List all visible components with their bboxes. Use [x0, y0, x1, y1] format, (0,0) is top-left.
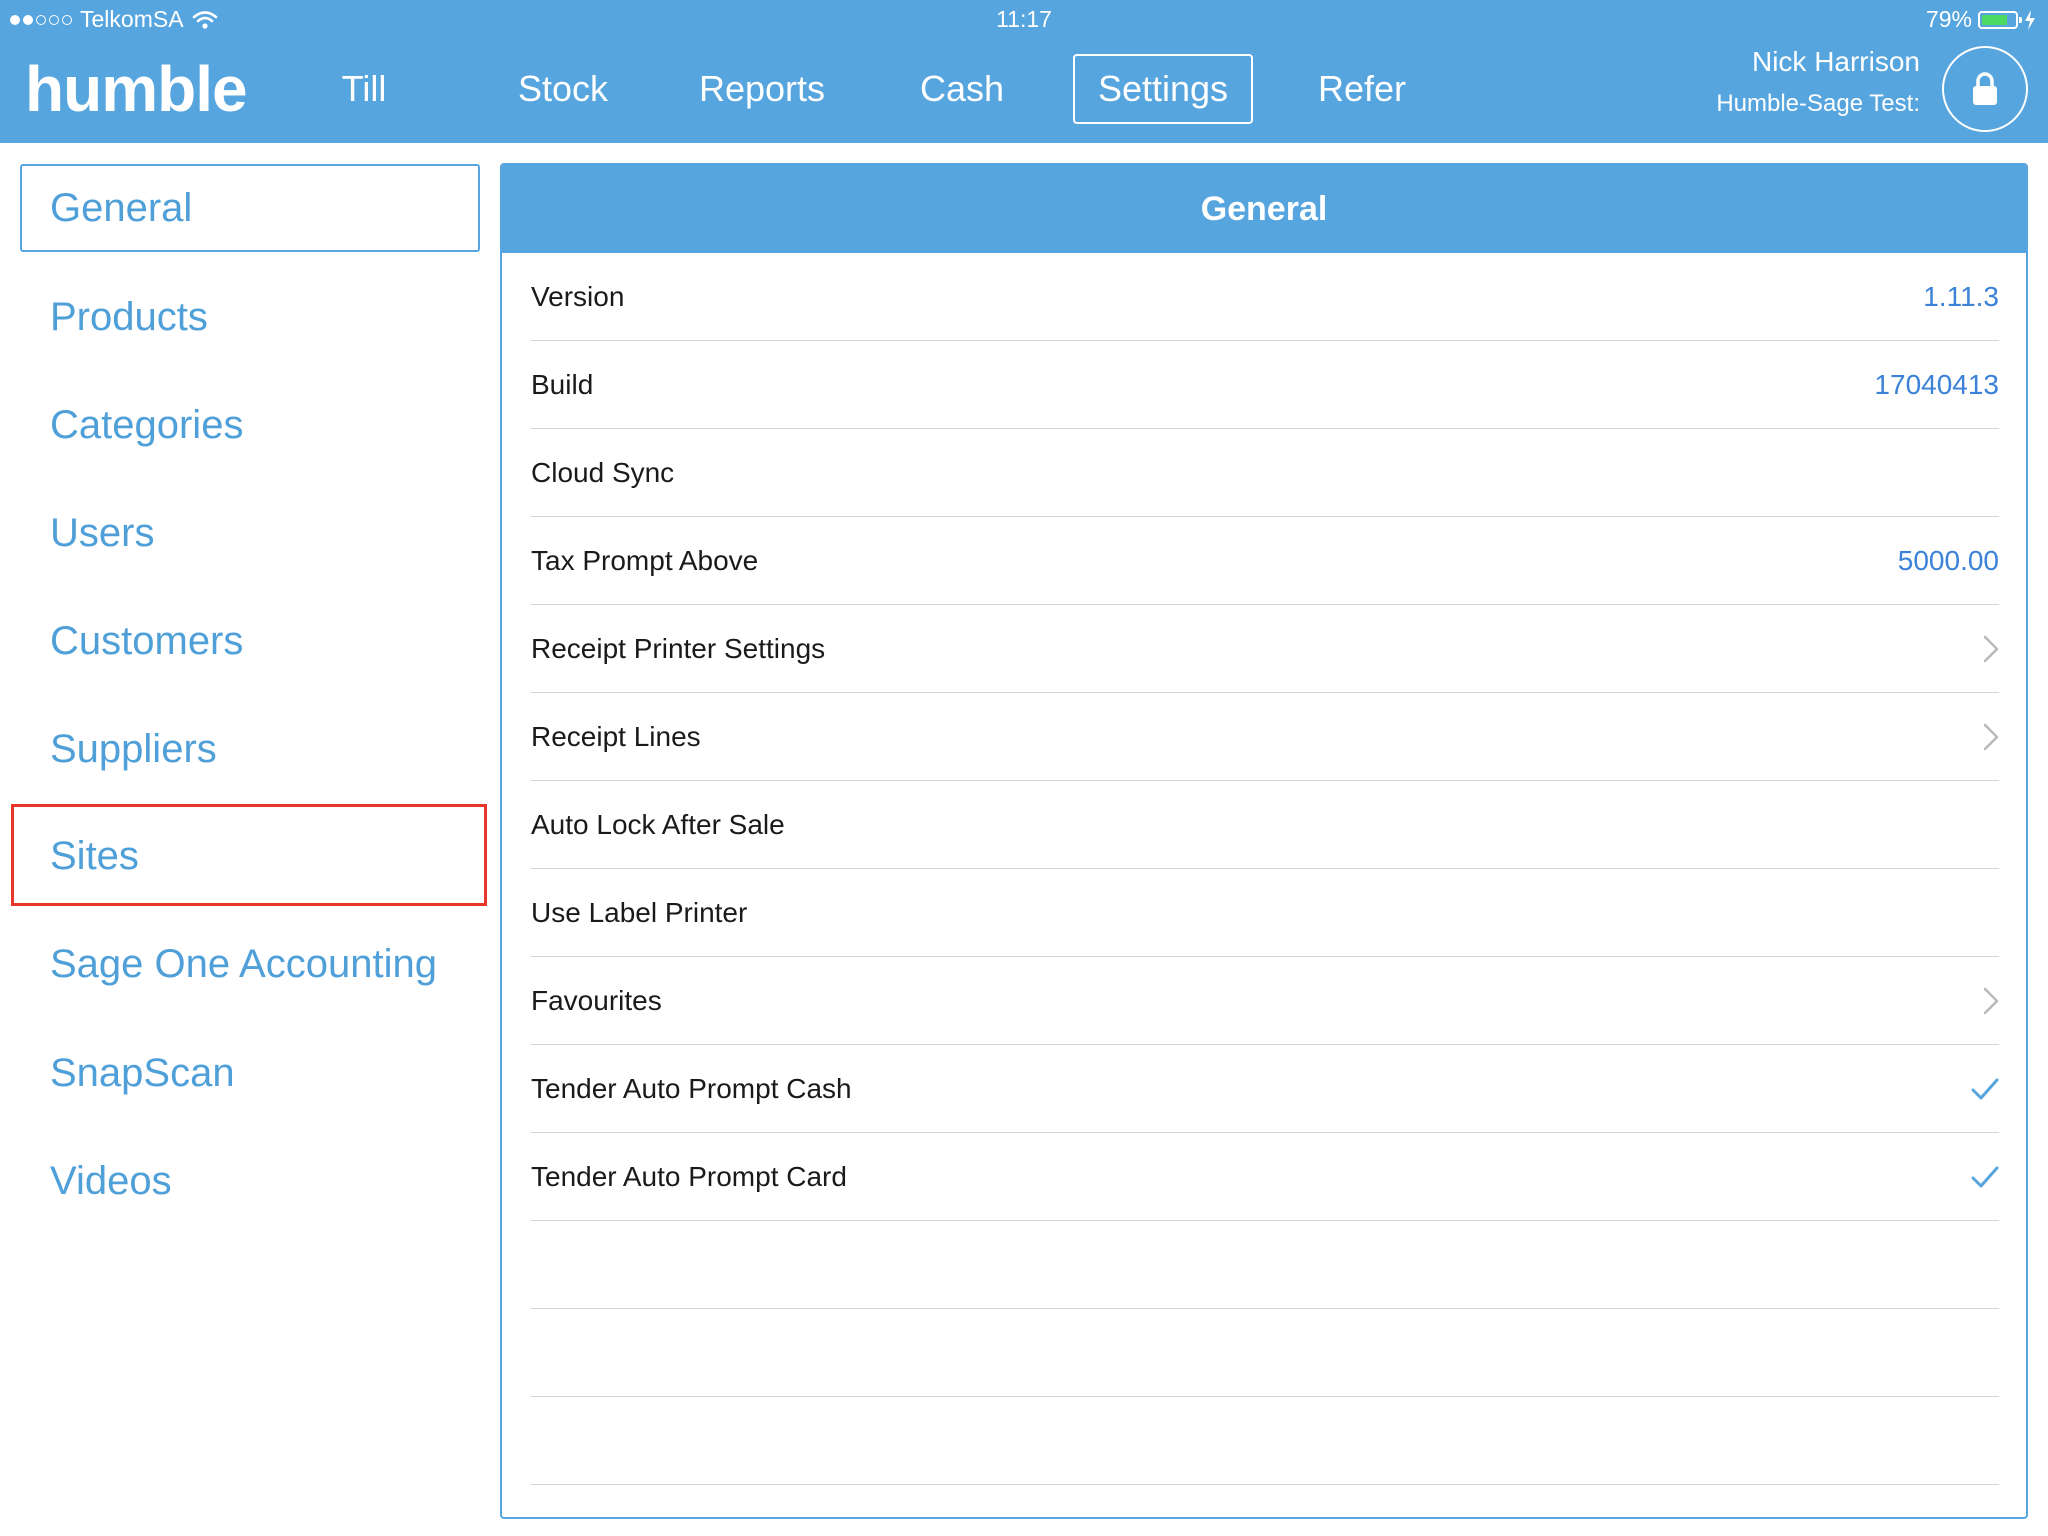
- nav-cash-up[interactable]: Cash Up: [892, 54, 1032, 179]
- setting-label: Version: [531, 281, 625, 312]
- nav-settings[interactable]: Settings: [1073, 54, 1253, 124]
- setting-row-receipt-lines[interactable]: Receipt Lines: [531, 693, 1999, 781]
- checkmark-icon: [1971, 1133, 1999, 1221]
- setting-label: Tender Auto Prompt Card: [531, 1161, 847, 1192]
- charging-bolt-icon: [2025, 9, 2035, 30]
- setting-row-tender-auto-prompt-card[interactable]: Tender Auto Prompt Card: [531, 1133, 1999, 1221]
- battery-icon: [1978, 10, 2022, 29]
- sidebar-item-customers[interactable]: Customers: [20, 597, 480, 685]
- setting-value[interactable]: 5000.00: [1898, 517, 1999, 605]
- panel-title: General: [502, 165, 2026, 253]
- setting-label: Build: [531, 369, 594, 400]
- nav-refer[interactable]: Refer: [1306, 54, 1418, 124]
- setting-row-version: Version 1.11.3: [531, 253, 1999, 341]
- setting-label: Receipt Lines: [531, 721, 701, 752]
- nav-reports[interactable]: Reports: [694, 54, 830, 124]
- sidebar-item-sage-one-accounting[interactable]: Sage One Accounting: [20, 920, 480, 1008]
- setting-row-tender-auto-prompt-cash[interactable]: Tender Auto Prompt Cash: [531, 1045, 1999, 1133]
- chevron-right-icon: [1983, 693, 1999, 781]
- site-name: Humble-Sage Test:: [1716, 90, 1920, 117]
- sidebar-item-users[interactable]: Users: [20, 489, 480, 577]
- setting-row-build: Build 17040413: [531, 341, 1999, 429]
- chevron-right-icon: [1983, 605, 1999, 693]
- setting-row-favourites[interactable]: Favourites: [531, 957, 1999, 1045]
- status-time: 11:17: [996, 6, 1052, 32]
- top-bar: TelkomSA 11:17 79% humble Till Stock Rep…: [0, 0, 2048, 179]
- lock-icon: [1973, 72, 1997, 105]
- humble-logo: humble: [25, 53, 248, 125]
- chevron-right-icon: [1983, 957, 1999, 1045]
- status-bar: TelkomSA 11:17 79%: [0, 0, 2048, 40]
- setting-row-use-label-printer[interactable]: Use Label Printer: [531, 869, 1999, 957]
- setting-label: Tender Auto Prompt Cash: [531, 1073, 852, 1104]
- setting-label: Tax Prompt Above: [531, 545, 759, 576]
- general-settings-panel: General Version 1.11.3 Build 17040413 Cl…: [500, 163, 2028, 1519]
- sites-highlight-annotation: [11, 804, 487, 906]
- setting-row-receipt-printer-settings[interactable]: Receipt Printer Settings: [531, 605, 1999, 693]
- status-right: 79%: [1926, 6, 2036, 33]
- empty-row: [531, 1397, 1999, 1485]
- setting-label: Receipt Printer Settings: [531, 633, 826, 664]
- user-info: Nick Harrison Humble-Sage Test:: [1716, 46, 1920, 118]
- nav-stock[interactable]: Stock: [503, 54, 623, 124]
- sidebar-item-snapscan[interactable]: SnapScan: [20, 1029, 480, 1117]
- setting-row-tax-prompt-above[interactable]: Tax Prompt Above 5000.00: [531, 517, 1999, 605]
- setting-value: 17040413: [1874, 369, 1999, 400]
- nav-till[interactable]: Till: [312, 54, 416, 124]
- setting-value: 1.11.3: [1923, 281, 1999, 312]
- setting-label: Auto Lock After Sale: [531, 809, 785, 840]
- setting-label: Use Label Printer: [531, 897, 748, 928]
- setting-label: Favourites: [531, 985, 662, 1016]
- sidebar-item-videos[interactable]: Videos: [20, 1137, 480, 1225]
- setting-label: Cloud Sync: [531, 457, 675, 488]
- checkmark-icon: [1971, 1045, 1999, 1133]
- lock-button[interactable]: [1942, 46, 2028, 132]
- setting-row-cloud-sync[interactable]: Cloud Sync: [531, 429, 1999, 517]
- sidebar-item-suppliers[interactable]: Suppliers: [20, 705, 480, 793]
- setting-row-auto-lock-after-sale[interactable]: Auto Lock After Sale: [531, 781, 1999, 869]
- sidebar-item-categories[interactable]: Categories: [20, 381, 480, 469]
- empty-row: [531, 1221, 1999, 1309]
- sidebar-item-general[interactable]: General: [20, 164, 480, 252]
- sidebar-item-products[interactable]: Products: [20, 273, 480, 361]
- battery-percent: 79%: [1925, 6, 1972, 32]
- user-name: Nick Harrison: [1751, 46, 1920, 77]
- empty-row: [531, 1309, 1999, 1397]
